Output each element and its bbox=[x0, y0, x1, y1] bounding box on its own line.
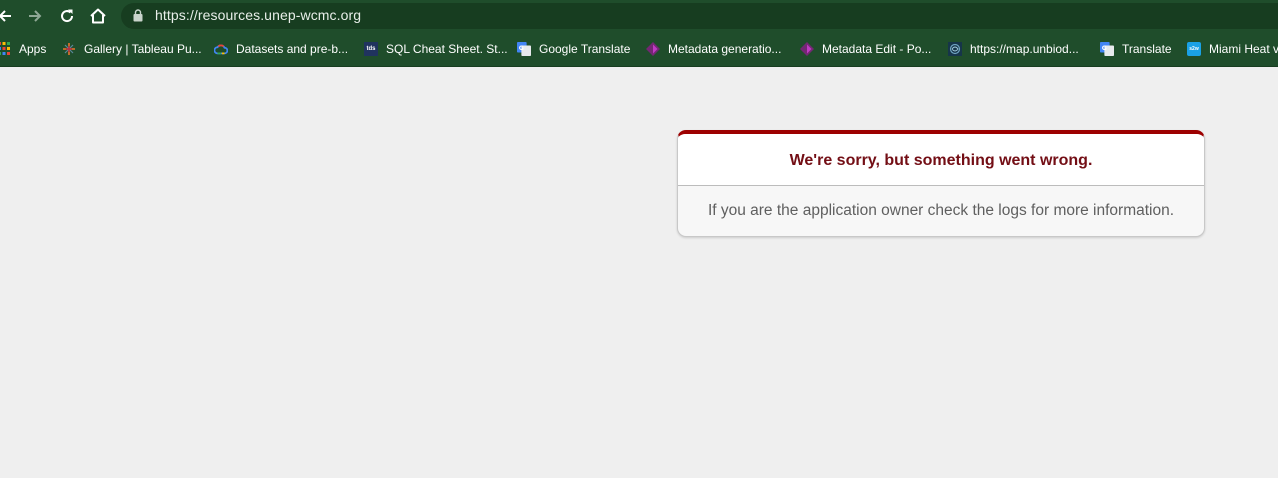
bookmark-label: https://map.unbiod... bbox=[970, 42, 1079, 56]
bookmark-label: Metadata Edit - Po... bbox=[822, 42, 932, 56]
bookmark-metadata-edit[interactable]: Metadata Edit - Po... bbox=[800, 40, 931, 58]
bookmark-label: Miami Heat v bbox=[1209, 42, 1278, 56]
stream-icon: s2w bbox=[1187, 42, 1201, 56]
bookmark-apps[interactable]: Apps bbox=[0, 40, 46, 58]
stream-icon-text: s2w bbox=[1187, 42, 1201, 56]
bookmark-label: SQL Cheat Sheet. St... bbox=[386, 42, 508, 56]
tds-icon: tds bbox=[364, 42, 378, 56]
page-content: We're sorry, but something went wrong. I… bbox=[0, 67, 1278, 478]
bookmark-sql-cheat-sheet[interactable]: tds SQL Cheat Sheet. St... bbox=[364, 40, 508, 58]
google-cloud-icon bbox=[214, 42, 228, 56]
bookmark-miami-heat[interactable]: s2w Miami Heat v bbox=[1187, 40, 1278, 58]
bookmark-label: Datasets and pre-b... bbox=[236, 42, 349, 56]
back-button[interactable] bbox=[0, 5, 16, 27]
powerapps-icon bbox=[800, 42, 814, 56]
bookmark-label: Metadata generatio... bbox=[668, 42, 782, 56]
unbiodiversity-map-icon bbox=[948, 42, 962, 56]
forward-arrow-icon bbox=[29, 10, 42, 22]
home-icon bbox=[90, 8, 106, 24]
bookmark-unbiodiversity-map[interactable]: https://map.unbiod... bbox=[948, 40, 1079, 58]
error-message: If you are the application owner check t… bbox=[707, 201, 1175, 219]
bookmark-label: Apps bbox=[19, 42, 47, 56]
google-translate-icon: G bbox=[517, 42, 531, 56]
reload-icon bbox=[61, 9, 74, 23]
url-text[interactable]: https://resources.unep-wcmc.org bbox=[155, 7, 361, 23]
error-title: We're sorry, but something went wrong. bbox=[789, 151, 1093, 169]
svg-text:G: G bbox=[519, 45, 524, 52]
back-arrow-icon bbox=[0, 10, 11, 22]
svg-text:G: G bbox=[1102, 45, 1107, 52]
tds-icon-text: tds bbox=[364, 42, 378, 56]
home-button[interactable] bbox=[87, 5, 109, 27]
bookmark-label: Translate bbox=[1122, 42, 1172, 56]
bookmark-label: Google Translate bbox=[539, 42, 631, 56]
lock-icon bbox=[133, 9, 143, 22]
bookmark-metadata-generation[interactable]: Metadata generatio... bbox=[646, 40, 781, 58]
bookmark-datasets[interactable]: Datasets and pre-b... bbox=[214, 40, 348, 58]
browser-toolbar: https://resources.unep-wcmc.org bbox=[0, 0, 1278, 32]
powerapps-icon bbox=[646, 42, 660, 56]
reload-button[interactable] bbox=[56, 5, 78, 27]
error-body: If you are the application owner check t… bbox=[678, 186, 1204, 236]
google-translate-icon: G bbox=[1100, 42, 1114, 56]
apps-grid-icon bbox=[0, 42, 11, 56]
bookmark-tableau-gallery[interactable]: Gallery | Tableau Pu... bbox=[62, 40, 202, 58]
address-bar[interactable]: https://resources.unep-wcmc.org bbox=[121, 3, 1278, 29]
forward-button[interactable] bbox=[24, 5, 46, 27]
error-header: We're sorry, but something went wrong. bbox=[678, 134, 1204, 186]
bookmark-google-translate[interactable]: G Google Translate bbox=[517, 40, 630, 58]
bookmark-translate[interactable]: G Translate bbox=[1100, 40, 1172, 58]
error-dialog: We're sorry, but something went wrong. I… bbox=[677, 130, 1205, 237]
bookmarks-bar: Apps Gallery | Tableau Pu... Datasets an… bbox=[0, 32, 1278, 67]
bookmark-label: Gallery | Tableau Pu... bbox=[84, 42, 202, 56]
tableau-icon bbox=[62, 42, 76, 56]
